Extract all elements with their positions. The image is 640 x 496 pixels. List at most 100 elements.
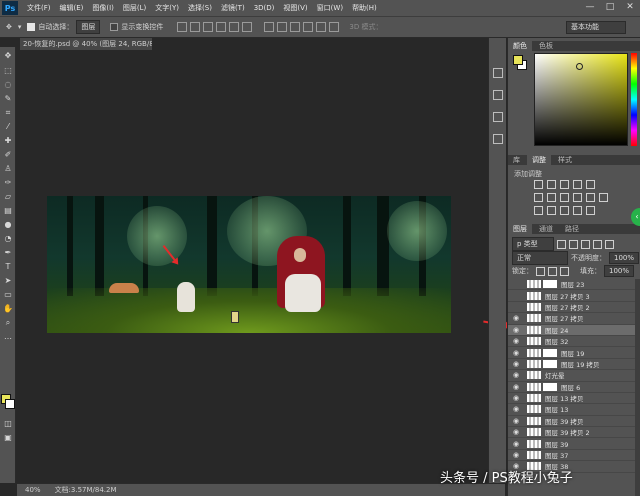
zoom-tool-icon[interactable]: ⌕ [3, 318, 13, 327]
layer-row[interactable]: ◉ 图层 39 [508, 438, 640, 450]
curves-icon[interactable] [560, 180, 569, 189]
layer-mask-thumbnail[interactable] [543, 359, 557, 368]
layer-mask-thumbnail[interactable] [543, 348, 557, 357]
clone-stamp-icon[interactable]: ♙ [3, 164, 13, 173]
layer-mask-thumbnail[interactable] [543, 280, 557, 289]
hue-slider[interactable] [631, 53, 637, 146]
tool-preset-dropdown[interactable]: ▾ [18, 23, 22, 31]
align-left-icon[interactable] [216, 22, 227, 32]
path-select-tool-icon[interactable]: ➤ [3, 276, 13, 285]
quick-select-tool-icon[interactable]: ✎ [3, 94, 13, 103]
move-tool-icon[interactable]: ✥ [6, 23, 12, 31]
document-canvas[interactable] [47, 196, 451, 333]
visibility-eye-icon[interactable]: ◉ [511, 405, 521, 413]
align-middle-icon[interactable] [190, 22, 201, 32]
healing-brush-icon[interactable]: ✚ [3, 136, 13, 145]
distribute-2-icon[interactable] [277, 22, 288, 32]
history-panel-icon[interactable] [493, 68, 503, 78]
visibility-eye-icon[interactable]: ◉ [511, 417, 521, 425]
invert-icon[interactable] [534, 206, 543, 215]
screen-mode-icon[interactable]: ▣ [3, 433, 13, 442]
menu-image[interactable]: 图像(I) [92, 3, 114, 13]
tab-library[interactable]: 库 [508, 155, 525, 165]
visibility-eye-icon[interactable]: ◉ [511, 371, 521, 379]
tab-channels[interactable]: 通道 [534, 224, 558, 234]
layer-row[interactable]: ◉ 图层 39 拷贝 [508, 416, 640, 428]
background-color-swatch[interactable] [5, 399, 15, 409]
lock-position-icon[interactable] [548, 266, 557, 276]
layer-row[interactable]: ◉ 图层 37 [508, 450, 640, 462]
lock-pixels-icon[interactable] [536, 266, 545, 276]
threshold-icon[interactable] [560, 206, 569, 215]
layer-row[interactable]: ◉ 图层 19 [508, 347, 640, 359]
layer-row[interactable]: ◉ 图层 39 拷贝 2 [508, 427, 640, 439]
blend-mode-select[interactable]: 正常 [512, 251, 568, 265]
maximize-button[interactable]: □ [604, 1, 616, 13]
type-tool-icon[interactable]: T [3, 262, 13, 271]
layer-row[interactable]: ◉ 图层 19 拷贝 [508, 359, 640, 371]
more-tools-icon[interactable]: … [3, 332, 13, 341]
filter-pixel-icon[interactable] [557, 239, 566, 249]
layer-row[interactable]: ◉ 图层 13 拷贝 [508, 393, 640, 405]
layer-row[interactable]: 图层 27 拷贝 2 [508, 302, 640, 314]
tab-adjustments[interactable]: 调整 [527, 155, 551, 165]
workspace-select[interactable]: 基本功能 [566, 21, 626, 34]
layer-row[interactable]: ◉ 图层 27 拷贝 [508, 313, 640, 325]
eyedropper-tool-icon[interactable]: ⁄ [3, 122, 13, 131]
align-top-icon[interactable] [177, 22, 188, 32]
layer-row[interactable]: ◉ 图层 13 [508, 404, 640, 416]
layer-row[interactable]: ◉ 图层 24 [508, 324, 640, 336]
lasso-tool-icon[interactable]: ◌ [3, 80, 13, 89]
menu-help[interactable]: 帮助(H) [352, 3, 377, 13]
lock-all-icon[interactable] [560, 266, 569, 276]
dodge-tool-icon[interactable]: ◔ [3, 234, 13, 243]
menu-file[interactable]: 文件(F) [27, 3, 51, 13]
visibility-eye-icon[interactable]: ◉ [511, 360, 521, 368]
channel-mixer-icon[interactable] [586, 193, 595, 202]
auto-select-dropdown[interactable]: 图层 [76, 20, 101, 34]
opacity-input[interactable]: 100% [609, 252, 640, 264]
layer-row[interactable]: ◉ 图层 32 [508, 336, 640, 348]
tab-swatches[interactable]: 色板 [534, 41, 558, 51]
menu-3d[interactable]: 3D(D) [254, 4, 275, 12]
pen-tool-icon[interactable]: ✒ [3, 248, 13, 257]
gradient-map-icon[interactable] [573, 206, 582, 215]
distribute-3-icon[interactable] [290, 22, 301, 32]
fill-input[interactable]: 100% [604, 265, 635, 277]
visibility-eye-icon[interactable]: ◉ [511, 314, 521, 322]
tab-paths[interactable]: 路径 [560, 224, 584, 234]
visibility-eye-icon[interactable]: ◉ [511, 349, 521, 357]
auto-select-checkbox[interactable] [27, 23, 36, 31]
visibility-eye-icon[interactable]: ◉ [511, 383, 521, 391]
menu-type[interactable]: 文字(Y) [155, 3, 179, 13]
brush-panel-icon[interactable] [493, 134, 503, 144]
visibility-eye-icon[interactable]: ◉ [511, 440, 521, 448]
levels-icon[interactable] [547, 180, 556, 189]
hand-tool-icon[interactable]: ✋ [3, 304, 13, 313]
distribute-4-icon[interactable] [303, 22, 314, 32]
history-brush-icon[interactable]: ✑ [3, 178, 13, 187]
visibility-eye-icon[interactable]: ◉ [511, 337, 521, 345]
align-bottom-icon[interactable] [203, 22, 214, 32]
black-white-icon[interactable] [560, 193, 569, 202]
color-picker-cursor[interactable] [576, 63, 583, 70]
selective-color-icon[interactable] [586, 206, 595, 215]
distribute-5-icon[interactable] [316, 22, 327, 32]
photo-filter-icon[interactable] [573, 193, 582, 202]
actions-panel-icon[interactable] [493, 90, 503, 100]
layer-kind-filter[interactable]: p 类型 [512, 237, 554, 251]
show-transform-checkbox[interactable] [110, 23, 119, 31]
menu-filter[interactable]: 滤镜(T) [221, 3, 245, 13]
quick-mask-icon[interactable]: ◫ [3, 419, 13, 428]
blur-tool-icon[interactable]: ● [3, 220, 13, 229]
visibility-eye-icon[interactable]: ◉ [511, 394, 521, 402]
visibility-eye-icon[interactable]: ◉ [511, 326, 521, 334]
color-balance-icon[interactable] [547, 193, 556, 202]
brush-tool-icon[interactable]: ✐ [3, 150, 13, 159]
distribute-6-icon[interactable] [329, 22, 340, 32]
align-right-icon[interactable] [242, 22, 253, 32]
filter-shape-icon[interactable] [593, 239, 602, 249]
menu-select[interactable]: 选择(S) [188, 3, 212, 13]
close-button[interactable]: ✕ [624, 1, 636, 13]
eraser-tool-icon[interactable]: ▱ [3, 192, 13, 201]
